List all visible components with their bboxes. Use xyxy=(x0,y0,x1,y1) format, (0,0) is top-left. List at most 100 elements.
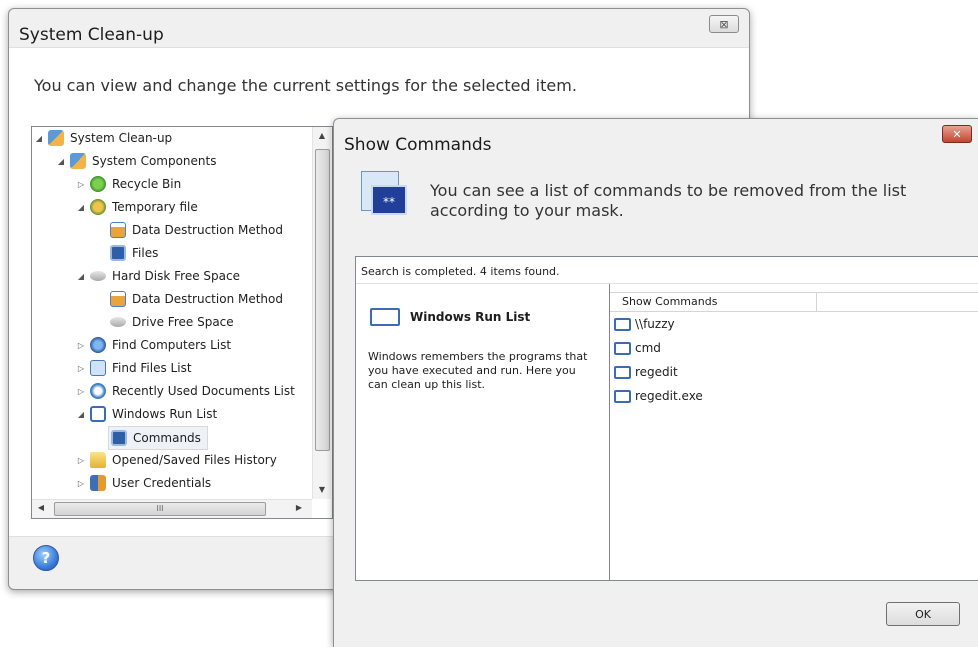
cleanup-tree[interactable]: ◢ System Clean-up ◢ System Components ▷ … xyxy=(31,126,333,519)
tree-item-label: Hard Disk Free Space xyxy=(112,269,240,283)
collapse-icon[interactable]: ◢ xyxy=(34,134,44,143)
shredder-icon xyxy=(110,222,126,238)
scroll-grip-icon: III xyxy=(156,504,164,513)
tree-item[interactable]: Data Destruction Method xyxy=(110,219,283,241)
column-separator[interactable] xyxy=(816,293,817,311)
collapse-icon[interactable]: ◢ xyxy=(76,410,86,419)
commands-list[interactable]: Show Commands \\fuzzy cmd regedit regedi… xyxy=(609,284,978,580)
vertical-scroll-thumb[interactable] xyxy=(315,149,330,451)
scroll-down-icon[interactable]: ▼ xyxy=(313,485,331,494)
close-button[interactable]: ⊠ xyxy=(709,15,739,33)
run-list-icon xyxy=(370,308,400,326)
collapse-icon[interactable]: ◢ xyxy=(56,157,66,166)
column-header-label: Show Commands xyxy=(622,295,718,308)
recent-documents-icon xyxy=(90,383,106,399)
info-pane: Windows Run List Windows remembers the p… xyxy=(356,284,609,580)
tree-item-label: User Credentials xyxy=(112,476,212,490)
tree-item[interactable]: ◢ Temporary file xyxy=(76,196,198,218)
column-header[interactable]: Show Commands xyxy=(610,292,978,312)
tree-item-label: Find Files List xyxy=(112,361,192,375)
tree-item-label: Recently Used Documents List xyxy=(112,384,295,398)
list-item[interactable]: regedit xyxy=(614,362,678,382)
temporary-file-icon xyxy=(90,199,106,215)
tree-item[interactable]: Files xyxy=(110,242,158,264)
search-status: Search is completed. 4 items found. xyxy=(361,265,560,278)
tree-item-label: Opened/Saved Files History xyxy=(112,453,277,467)
expand-icon[interactable]: ▷ xyxy=(76,387,86,396)
command-icon xyxy=(614,389,631,403)
list-title: Windows Run List xyxy=(370,308,530,326)
collapse-icon[interactable]: ◢ xyxy=(76,272,86,281)
expand-icon[interactable]: ▷ xyxy=(76,180,86,189)
close-icon: ✕ xyxy=(952,127,962,141)
list-help-text: Windows remembers the programs that you … xyxy=(368,350,588,391)
command-list-icon: ** xyxy=(361,171,407,221)
tree-item[interactable]: ▷ Recycle Bin xyxy=(76,173,181,195)
scroll-right-icon[interactable]: ▶ xyxy=(290,503,308,512)
scroll-left-icon[interactable]: ◀ xyxy=(32,503,50,512)
command-label: cmd xyxy=(635,341,661,355)
shredder-icon xyxy=(110,291,126,307)
window-title: System Clean-up xyxy=(19,25,164,45)
tree-item-label: Temporary file xyxy=(112,200,198,214)
ok-button[interactable]: OK xyxy=(886,602,960,626)
help-icon[interactable]: ? xyxy=(33,545,59,571)
tree-item[interactable]: ◢ Windows Run List xyxy=(76,403,217,425)
tree-item-selected[interactable]: Commands xyxy=(108,426,208,450)
horizontal-scrollbar[interactable]: ◀ III ▶ xyxy=(32,499,312,518)
expand-icon[interactable]: ▷ xyxy=(76,341,86,350)
horizontal-scroll-thumb[interactable]: III xyxy=(54,502,266,516)
list-title-label: Windows Run List xyxy=(410,310,531,324)
tree-item[interactable]: Drive Free Space xyxy=(110,311,234,333)
tree-item-label: Recycle Bin xyxy=(112,177,182,191)
title-bar: Show Commands ✕ xyxy=(334,119,978,157)
commands-icon xyxy=(111,430,127,446)
command-label: regedit xyxy=(635,365,678,379)
dialog-header: ** You can see a list of commands to be … xyxy=(334,157,978,257)
list-item[interactable]: cmd xyxy=(614,338,661,358)
tree-item[interactable]: ▷ Opened/Saved Files History xyxy=(76,449,277,471)
command-icon xyxy=(614,365,631,379)
command-label: regedit.exe xyxy=(635,389,703,403)
tree-item-label: Find Computers List xyxy=(112,338,232,352)
vertical-scrollbar[interactable]: ▲ ▼ xyxy=(312,127,331,499)
description-text: You can view and change the current sett… xyxy=(34,76,577,95)
tree-item[interactable]: Data Destruction Method xyxy=(110,288,283,310)
tree-item-label: Data Destruction Method xyxy=(132,223,283,237)
tree-item[interactable]: ◢ Hard Disk Free Space xyxy=(76,265,240,287)
tree-item-label: Windows Run List xyxy=(112,407,218,421)
expand-icon[interactable]: ▷ xyxy=(76,456,86,465)
title-bar: System Clean-up ⊠ xyxy=(9,9,749,47)
command-label: \\fuzzy xyxy=(635,317,675,331)
find-files-icon xyxy=(90,360,106,376)
tree-item-label: System Components xyxy=(92,154,217,168)
find-computers-icon xyxy=(90,337,106,353)
command-icon xyxy=(614,341,631,355)
files-icon xyxy=(110,245,126,261)
tree-item-label: Commands xyxy=(133,431,201,445)
collapse-icon[interactable]: ◢ xyxy=(76,203,86,212)
user-credentials-icon xyxy=(90,475,106,491)
tree-item[interactable]: ▷ Recently Used Documents List xyxy=(76,380,295,402)
tree-item[interactable]: ◢ System Components xyxy=(56,150,216,172)
cleanup-icon xyxy=(48,130,64,146)
tree-item[interactable]: ▷ Find Files List xyxy=(76,357,192,379)
tree-item[interactable]: ▷ User Credentials xyxy=(76,472,211,494)
tree-item-label: Drive Free Space xyxy=(132,315,234,329)
scroll-up-icon[interactable]: ▲ xyxy=(313,131,331,140)
run-list-icon xyxy=(90,406,106,422)
close-icon: ⊠ xyxy=(719,17,729,31)
hard-disk-icon xyxy=(90,271,106,281)
tree-item[interactable]: ▷ Find Computers List xyxy=(76,334,231,356)
expand-icon[interactable]: ▷ xyxy=(76,479,86,488)
list-item[interactable]: \\fuzzy xyxy=(614,314,675,334)
list-item[interactable]: regedit.exe xyxy=(614,386,703,406)
tree-item[interactable]: ◢ System Clean-up xyxy=(34,127,172,149)
cleanup-icon xyxy=(70,153,86,169)
folder-icon xyxy=(90,452,106,468)
window-title: Show Commands xyxy=(344,135,492,155)
expand-icon[interactable]: ▷ xyxy=(76,364,86,373)
description-text: You can see a list of commands to be rem… xyxy=(430,181,907,220)
tree-item-label: System Clean-up xyxy=(70,131,173,145)
close-button[interactable]: ✕ xyxy=(942,125,972,143)
